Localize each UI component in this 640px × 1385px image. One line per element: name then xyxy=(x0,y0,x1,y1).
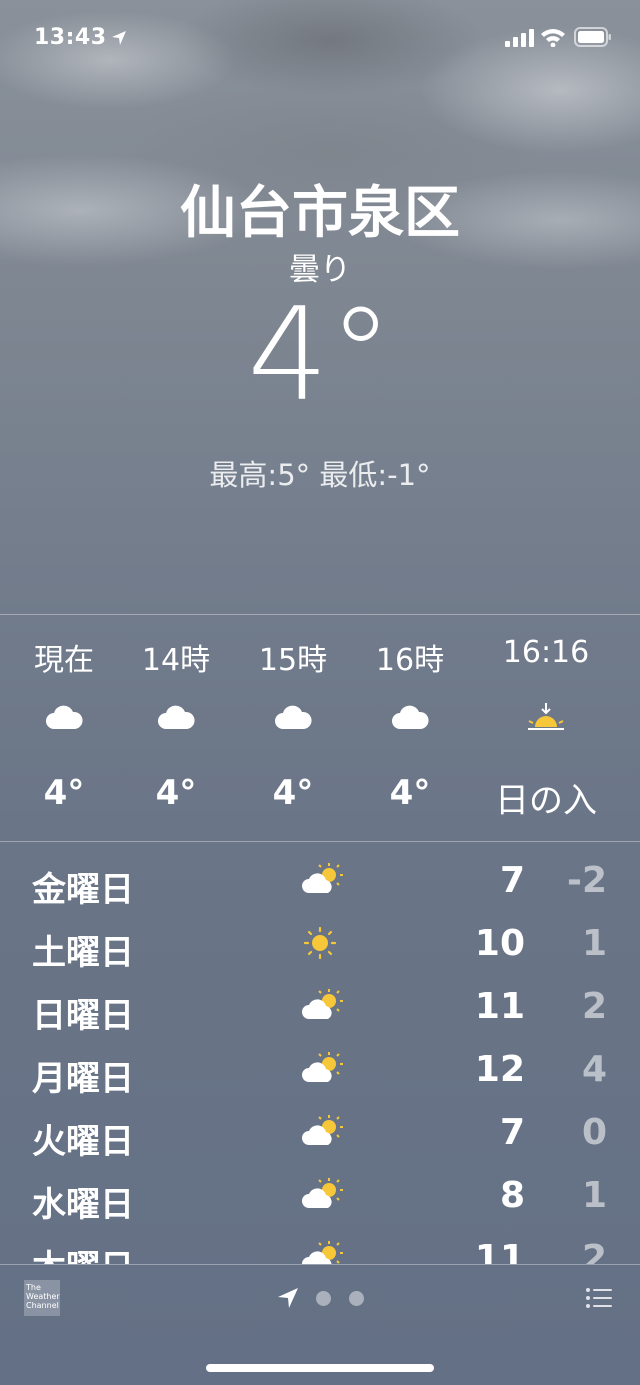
partly-sunny-icon xyxy=(302,1178,343,1208)
partly-sunny-icon xyxy=(302,863,343,893)
sun-icon xyxy=(303,926,337,960)
daily-row: 火曜日 7 0 xyxy=(0,1100,640,1164)
day-low: 0 xyxy=(581,1112,607,1153)
day-name: 火曜日 xyxy=(32,1122,134,1162)
daily-row: 金曜日 7 -2 xyxy=(0,848,640,912)
cloud-icon xyxy=(158,705,195,729)
status-bar: 13:43 xyxy=(0,0,640,80)
day-high: 10 xyxy=(474,923,525,964)
day-name: 土曜日 xyxy=(32,933,134,973)
day-high: 8 xyxy=(499,1175,525,1216)
hour-temperature: 4° xyxy=(389,773,431,813)
day-high: 11 xyxy=(474,1238,525,1264)
day-high: 7 xyxy=(499,860,525,901)
day-low: 2 xyxy=(581,986,607,1027)
sunset-label: 日の入 xyxy=(495,781,597,821)
home-indicator[interactable] xyxy=(206,1364,434,1372)
hour-label: 16時 xyxy=(375,643,445,678)
city-name: 仙台市泉区 xyxy=(180,181,460,246)
bottom-toolbar: The Weather Channel xyxy=(0,1265,640,1335)
day-high: 12 xyxy=(474,1049,525,1090)
cloud-icon xyxy=(392,705,429,729)
partly-sunny-icon xyxy=(302,1052,343,1082)
location-arrow-icon xyxy=(112,31,126,45)
day-low: 1 xyxy=(581,1175,607,1216)
sunset-time: 16:16 xyxy=(502,635,590,670)
day-name: 水曜日 xyxy=(32,1185,134,1225)
list-icon[interactable] xyxy=(585,1287,613,1309)
day-high: 11 xyxy=(474,986,525,1027)
day-low: 1 xyxy=(581,923,607,964)
wifi-icon xyxy=(541,29,565,47)
hour-label: 15時 xyxy=(258,643,328,678)
daily-row: 日曜日 11 2 xyxy=(0,974,640,1038)
current-temperature: 4° xyxy=(247,281,393,430)
daily-row: 木曜日 11 2 xyxy=(0,1226,640,1264)
page-dot[interactable] xyxy=(349,1291,364,1306)
daily-forecast[interactable]: 金曜日 7 -2 土曜日 10 1 日曜日 11 2 月曜日 12 4 火曜日 … xyxy=(0,842,640,1264)
day-low: 4 xyxy=(581,1049,607,1090)
hour-label: 現在 xyxy=(34,643,94,678)
day-name: 日曜日 xyxy=(32,996,134,1036)
cellular-signal-icon xyxy=(505,29,534,47)
day-high: 7 xyxy=(499,1112,525,1153)
hour-temperature: 4° xyxy=(155,773,197,813)
sunset-icon xyxy=(528,703,564,730)
daily-row: 水曜日 8 1 xyxy=(0,1163,640,1227)
high-low-temperature: 最高:5° 最低:-1° xyxy=(209,458,431,492)
page-dot[interactable] xyxy=(316,1291,331,1306)
day-name: 木曜日 xyxy=(32,1240,134,1264)
hour-temperature: 4° xyxy=(272,773,314,813)
battery-icon xyxy=(574,27,611,47)
partly-sunny-icon xyxy=(302,1115,343,1145)
hour-label: 14時 xyxy=(141,643,211,678)
hour-temperature: 4° xyxy=(43,773,85,813)
day-low: 2 xyxy=(581,1238,607,1264)
daily-row: 月曜日 12 4 xyxy=(0,1037,640,1101)
daily-row: 土曜日 10 1 xyxy=(0,911,640,975)
cloud-icon xyxy=(275,705,312,729)
partly-sunny-icon xyxy=(302,1241,343,1264)
status-time: 13:43 xyxy=(34,25,107,50)
weather-channel-logo[interactable]: The Weather Channel xyxy=(24,1280,60,1316)
partly-sunny-icon xyxy=(302,989,343,1019)
hourly-forecast[interactable]: 現在 4° 14時 4° 15時 4° 16時 4° 16:16 日の入 xyxy=(0,615,640,841)
cloud-icon xyxy=(46,705,83,729)
day-name: 月曜日 xyxy=(32,1059,134,1099)
day-low: -2 xyxy=(567,860,607,901)
day-name: 金曜日 xyxy=(32,870,134,910)
current-location-icon[interactable] xyxy=(276,1286,300,1310)
